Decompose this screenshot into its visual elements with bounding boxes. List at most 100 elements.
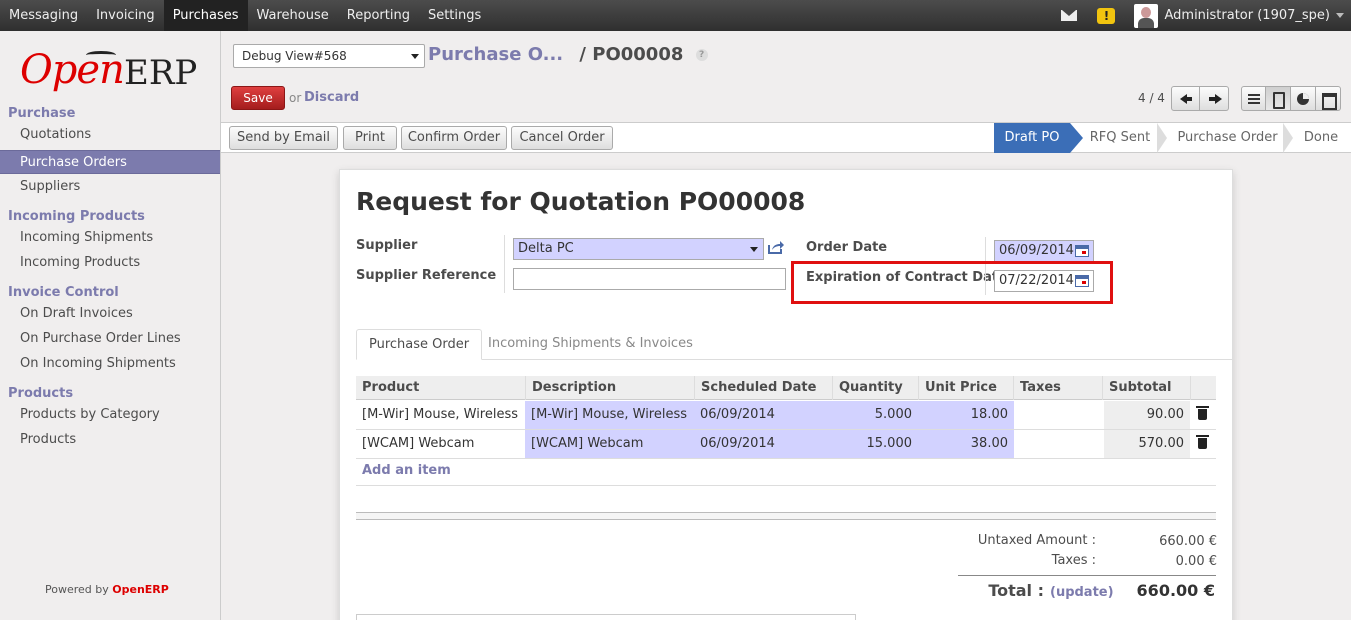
- print-button[interactable]: Print: [343, 126, 397, 150]
- sidebar-item-incoming-shipments[interactable]: Incoming Shipments: [0, 226, 220, 250]
- totals-separator: [958, 575, 1216, 576]
- confirm-order-button[interactable]: Confirm Order: [401, 126, 507, 150]
- page-title: Request for Quotation PO00008: [356, 187, 805, 216]
- save-button[interactable]: Save: [231, 86, 285, 110]
- sidebar-section-purchase: Purchase: [8, 106, 76, 121]
- column-scheduled-date[interactable]: Scheduled Date: [694, 376, 832, 400]
- column-subtotal[interactable]: Subtotal: [1102, 376, 1190, 400]
- warning-icon[interactable]: !: [1097, 7, 1116, 24]
- column-quantity[interactable]: Quantity: [832, 376, 919, 400]
- external-link-icon[interactable]: [768, 240, 784, 254]
- cell-product[interactable]: [M-Wir] Mouse, Wireless: [356, 401, 525, 429]
- openerp-logo[interactable]: Open ERP: [20, 45, 205, 93]
- order-date-label: Order Date: [806, 240, 888, 255]
- cell-description[interactable]: [M-Wir] Mouse, Wireless: [525, 401, 694, 429]
- previous-record-icon[interactable]: [1171, 86, 1200, 111]
- cell-subtotal: 90.00: [1104, 401, 1190, 429]
- sidebar-item-draft-invoices[interactable]: On Draft Invoices: [0, 302, 220, 326]
- sidebar-item-products-by-category[interactable]: Products by Category: [0, 403, 220, 427]
- cancel-order-button[interactable]: Cancel Order: [511, 126, 613, 150]
- sidebar-item-suppliers[interactable]: Suppliers: [0, 175, 220, 199]
- top-menu-bar: Messaging Invoicing Purchases Warehouse …: [0, 0, 1351, 31]
- cell-taxes[interactable]: [1014, 401, 1104, 429]
- notes-field[interactable]: [356, 614, 856, 620]
- breadcrumb-parent-link[interactable]: Purchase O...: [428, 44, 563, 65]
- discard-button[interactable]: Discard: [304, 90, 359, 105]
- sidebar-item-quotations[interactable]: Quotations: [0, 123, 220, 147]
- cell-taxes[interactable]: [1014, 430, 1104, 458]
- cell-description[interactable]: [WCAM] Webcam: [525, 430, 694, 458]
- menu-reporting[interactable]: Reporting: [338, 0, 419, 31]
- stage-arrow: [1157, 123, 1167, 153]
- table-row[interactable]: [M-Wir] Mouse, Wireless [M-Wir] Mouse, W…: [356, 401, 1216, 430]
- field-divider: [504, 235, 505, 293]
- stage-purchase-order[interactable]: Purchase Order: [1171, 123, 1284, 153]
- trash-icon[interactable]: [1196, 406, 1209, 420]
- add-item-link[interactable]: Add an item: [362, 463, 451, 478]
- stage-draft-po[interactable]: Draft PO: [994, 123, 1070, 153]
- column-product[interactable]: Product: [356, 376, 526, 400]
- sidebar-item-products[interactable]: Products: [0, 428, 220, 452]
- stage-done[interactable]: Done: [1297, 123, 1345, 153]
- graph-view-icon[interactable]: [1291, 86, 1316, 111]
- column-description[interactable]: Description: [525, 376, 695, 400]
- cell-scheduled-date[interactable]: 06/09/2014: [694, 401, 832, 429]
- sidebar-item-po-lines[interactable]: On Purchase Order Lines: [0, 327, 220, 351]
- menu-invoicing[interactable]: Invoicing: [87, 0, 164, 31]
- menu-messaging[interactable]: Messaging: [0, 0, 87, 31]
- next-record-icon[interactable]: [1200, 86, 1229, 111]
- chevron-down-icon[interactable]: [1336, 13, 1344, 18]
- menu-purchases[interactable]: Purchases: [163, 0, 248, 31]
- powered-brand-link[interactable]: OpenERP: [112, 583, 169, 596]
- tab-incoming-shipments-invoices[interactable]: Incoming Shipments & Invoices: [476, 329, 705, 360]
- cell-scheduled-date[interactable]: 06/09/2014: [694, 430, 832, 458]
- avatar[interactable]: [1134, 3, 1159, 28]
- debug-view-select[interactable]: Debug View#568: [233, 44, 425, 68]
- sidebar-item-purchase-orders[interactable]: Purchase Orders: [0, 150, 220, 174]
- control-panel: Debug View#568 Purchase O... / PO00008 ?…: [221, 31, 1351, 122]
- column-taxes[interactable]: Taxes: [1013, 376, 1104, 400]
- untaxed-amount-value: 660.00 €: [1159, 534, 1217, 549]
- table-row[interactable]: [WCAM] Webcam [WCAM] Webcam 06/09/2014 1…: [356, 430, 1216, 459]
- supplier-field[interactable]: Delta PC: [513, 238, 764, 260]
- menu-settings[interactable]: Settings: [419, 0, 490, 31]
- stage-rfq-sent[interactable]: RFQ Sent: [1084, 123, 1156, 153]
- mail-icon[interactable]: [1061, 10, 1078, 21]
- main-menu: Messaging Invoicing Purchases Warehouse …: [0, 0, 490, 31]
- user-menu-label[interactable]: Administrator (1907_spe): [1164, 8, 1330, 23]
- supplier-reference-field[interactable]: [513, 268, 786, 290]
- menu-warehouse[interactable]: Warehouse: [248, 0, 338, 31]
- cell-subtotal: 570.00: [1104, 430, 1190, 458]
- order-lines-header: Product Description Scheduled Date Quant…: [356, 376, 1216, 400]
- order-date-field[interactable]: 06/09/2014: [994, 240, 1094, 262]
- list-view-icon[interactable]: [1241, 86, 1266, 111]
- column-unit-price[interactable]: Unit Price: [918, 376, 1014, 400]
- sidebar-section-products: Products: [8, 386, 74, 401]
- cell-quantity[interactable]: 5.000: [832, 401, 918, 429]
- table-footer-line: [356, 485, 1216, 486]
- stage-arrow: [1070, 123, 1083, 153]
- logo-erp-text: ERP: [124, 53, 198, 93]
- update-totals-button[interactable]: (update): [1050, 585, 1114, 600]
- powered-prefix: Powered by: [45, 583, 109, 596]
- cell-quantity[interactable]: 15.000: [832, 430, 918, 458]
- help-icon[interactable]: ?: [695, 49, 708, 61]
- trash-icon[interactable]: [1196, 435, 1209, 449]
- untaxed-amount-label: Untaxed Amount :: [977, 533, 1096, 548]
- cell-unit-price[interactable]: 38.00: [918, 430, 1014, 458]
- calendar-view-icon[interactable]: [1316, 86, 1341, 111]
- form-view-icon[interactable]: [1266, 86, 1291, 111]
- pager-counter: 4 / 4: [1138, 91, 1165, 105]
- or-label: or: [289, 91, 302, 105]
- cell-product[interactable]: [WCAM] Webcam: [356, 430, 525, 458]
- tab-purchase-order[interactable]: Purchase Order: [356, 329, 483, 360]
- calendar-icon[interactable]: [1075, 245, 1089, 257]
- send-by-email-button[interactable]: Send by Email: [229, 126, 338, 150]
- sidebar-item-incoming-products[interactable]: Incoming Products: [0, 251, 220, 275]
- sidebar-item-incoming-shipments-invoice[interactable]: On Incoming Shipments: [0, 352, 220, 376]
- title-reference: PO00008: [678, 187, 806, 216]
- taxes-label: Taxes :: [1051, 553, 1096, 568]
- breadcrumb-separator: /: [579, 44, 586, 65]
- dropdown-arrow-icon[interactable]: [750, 247, 758, 252]
- cell-unit-price[interactable]: 18.00: [918, 401, 1014, 429]
